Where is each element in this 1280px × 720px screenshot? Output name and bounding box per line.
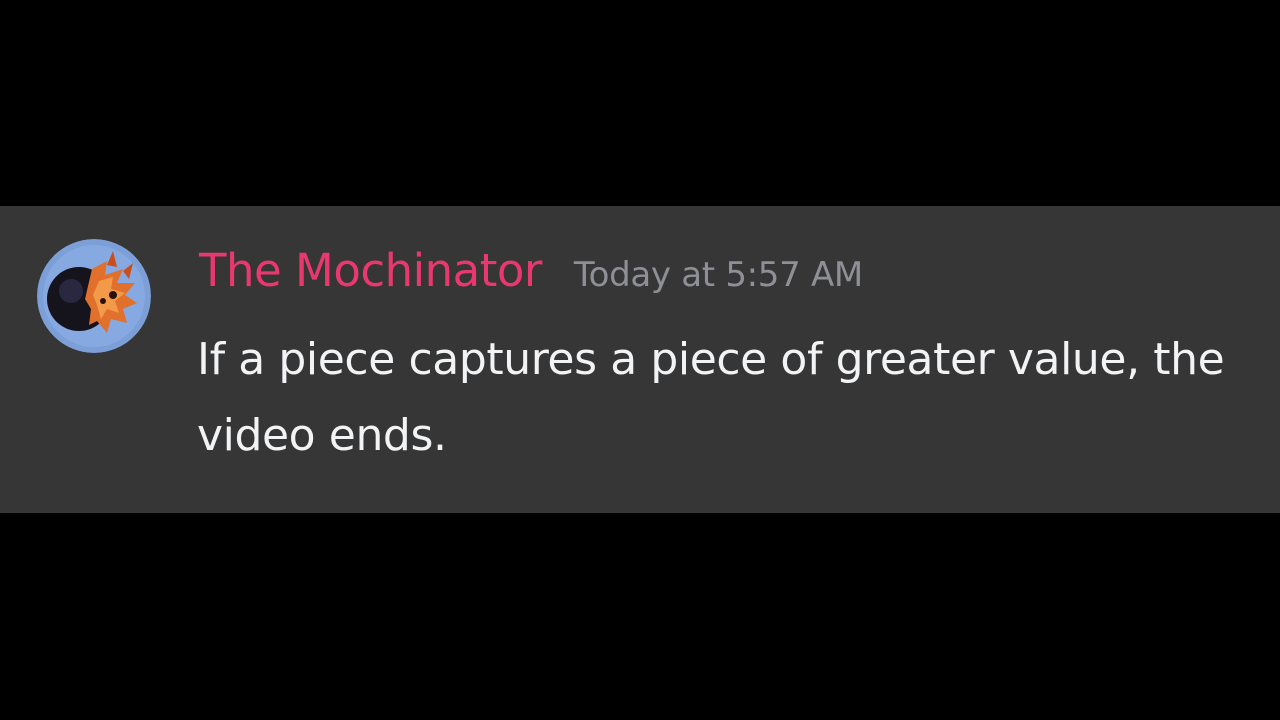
video-frame: The Mochinator Today at 5:57 AM If a pie…: [0, 0, 1280, 720]
user-avatar-icon[interactable]: [37, 239, 151, 353]
message-header: The Mochinator Today at 5:57 AM: [199, 244, 863, 308]
message-timestamp: Today at 5:57 AM: [573, 255, 863, 295]
username[interactable]: The Mochinator: [199, 244, 542, 297]
message-content: If a piece captures a piece of greater v…: [197, 334, 1225, 461]
